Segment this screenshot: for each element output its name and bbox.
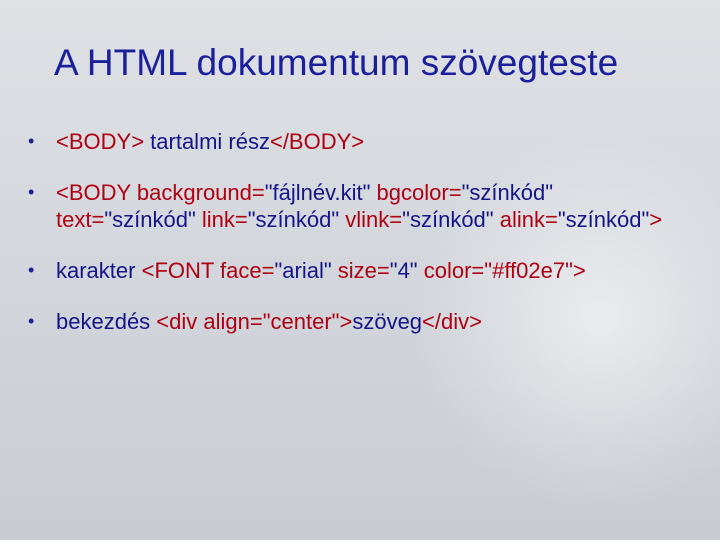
- code-segment: <BODY background=: [56, 180, 265, 205]
- code-segment: link=: [195, 207, 248, 232]
- bullet-icon: •: [28, 260, 35, 280]
- text-segment: "színkód": [557, 207, 650, 232]
- slide-title: A HTML dokumentum szövegteste: [54, 42, 619, 83]
- code-segment: size=: [331, 258, 390, 283]
- code-segment: <BODY>: [56, 129, 145, 154]
- bullet-item: • karakter <FONT face="arial" size="4" co…: [28, 257, 698, 284]
- text-segment: tartalmi rész: [144, 129, 270, 154]
- text-segment: karakter: [56, 258, 142, 283]
- text-segment: szöveg: [352, 309, 423, 334]
- bullet-item: • <BODY background="fájlnév.kit" bgcolor=…: [28, 179, 698, 233]
- code-segment: color="#ff02e7">: [417, 258, 586, 283]
- code-segment: <div align="center">: [156, 309, 353, 334]
- code-segment: </BODY>: [269, 129, 365, 154]
- code-segment: vlink=: [339, 207, 403, 232]
- text-segment: "színkód": [104, 207, 196, 232]
- bullet-icon: •: [28, 311, 35, 331]
- code-segment: alink=: [493, 207, 558, 232]
- bullet-icon: •: [28, 131, 35, 151]
- code-segment: <FONT face=: [141, 258, 275, 283]
- text-segment: bekezdés: [56, 309, 157, 334]
- bullet-list: • <BODY> tartalmi rész</BODY> • <BODY backg…: [28, 128, 698, 359]
- text-segment: "arial": [274, 258, 332, 283]
- bullet-icon: •: [28, 182, 35, 202]
- text-segment: "színkód": [402, 207, 494, 232]
- bullet-item: • <BODY> tartalmi rész</BODY>: [28, 128, 698, 155]
- code-segment: </div>: [422, 309, 482, 334]
- bullet-item: • bekezdés <div align="center">szöveg</di…: [28, 308, 698, 335]
- code-segment: bgcolor=: [370, 180, 462, 205]
- text-segment: "4": [389, 258, 418, 283]
- text-segment: "színkód": [247, 207, 340, 232]
- code-segment: text=: [56, 207, 105, 232]
- code-segment: >: [649, 207, 663, 232]
- text-segment: "színkód": [461, 180, 553, 205]
- text-segment: "fájlnév.kit": [264, 180, 371, 205]
